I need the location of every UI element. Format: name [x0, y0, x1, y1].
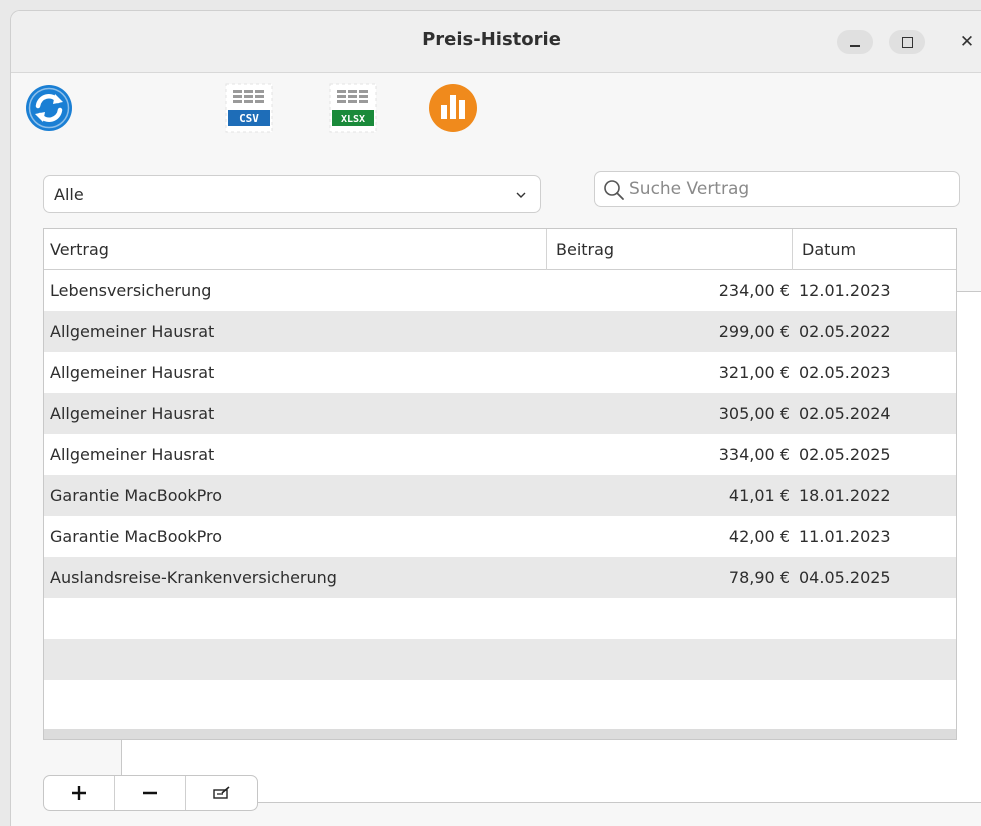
empty-table-row[interactable]	[44, 680, 956, 721]
cell-datum: 02.05.2022	[799, 322, 891, 341]
table-row[interactable]: Allgemeiner Hausrat 321,00 € 02.05.2023	[44, 352, 956, 393]
table-row[interactable]: Auslandsreise-Krankenversicherung 78,90 …	[44, 557, 956, 598]
csv-export-icon: CSV	[225, 83, 273, 133]
table-row[interactable]: Allgemeiner Hausrat 299,00 € 02.05.2022	[44, 311, 956, 352]
search-icon	[604, 180, 624, 200]
cell-vertrag: Garantie MacBookPro	[50, 527, 222, 546]
column-header-vertrag[interactable]: Vertrag	[44, 229, 547, 270]
table-body: Lebensversicherung 234,00 € 12.01.2023 A…	[44, 270, 956, 721]
cell-datum: 02.05.2023	[799, 363, 891, 382]
cell-beitrag: 234,00 €	[718, 281, 790, 300]
price-history-table: Vertrag Beitrag Datum Lebensversicherung…	[43, 228, 957, 740]
cell-beitrag: 334,00 €	[718, 445, 790, 464]
edit-icon	[212, 786, 230, 799]
cell-vertrag: Allgemeiner Hausrat	[50, 363, 215, 382]
column-header-beitrag[interactable]: Beitrag	[547, 229, 793, 270]
export-csv-button[interactable]: CSV	[221, 80, 277, 136]
cell-vertrag: Lebensversicherung	[50, 281, 212, 300]
cell-vertrag: Garantie MacBookPro	[50, 486, 222, 505]
minus-icon	[143, 791, 157, 795]
cell-beitrag: 321,00 €	[718, 363, 790, 382]
cell-beitrag: 42,00 €	[728, 527, 790, 546]
chevron-down-icon	[516, 192, 526, 198]
plus-icon	[72, 786, 86, 800]
xlsx-label: XLSX	[341, 114, 365, 125]
close-button[interactable]: ✕	[949, 30, 981, 54]
chart-button[interactable]	[425, 80, 481, 136]
cell-beitrag: 41,01 €	[728, 486, 790, 505]
row-actions-group	[43, 775, 258, 811]
add-button[interactable]	[44, 776, 115, 810]
toolbar: CSV XLSX	[11, 74, 981, 803]
cell-vertrag: Allgemeiner Hausrat	[50, 404, 215, 423]
table-row[interactable]: Lebensversicherung 234,00 € 12.01.2023	[44, 270, 956, 311]
empty-table-row[interactable]	[44, 598, 956, 639]
refresh-button[interactable]	[21, 80, 77, 136]
title-bar[interactable]: Preis-Historie ✕	[11, 11, 981, 73]
maximize-button[interactable]	[889, 30, 925, 54]
cell-datum: 12.01.2023	[799, 281, 891, 300]
bar-chart-icon	[429, 84, 477, 132]
csv-label: CSV	[239, 112, 259, 125]
cell-vertrag: Allgemeiner Hausrat	[50, 445, 215, 464]
cell-datum: 18.01.2022	[799, 486, 891, 505]
cell-beitrag: 299,00 €	[718, 322, 790, 341]
search-input[interactable]	[629, 176, 949, 202]
cell-vertrag: Allgemeiner Hausrat	[50, 322, 215, 341]
table-row[interactable]: Allgemeiner Hausrat 334,00 € 02.05.2025	[44, 434, 956, 475]
export-xlsx-button[interactable]: XLSX	[325, 80, 381, 136]
edit-button[interactable]	[186, 776, 257, 810]
refresh-icon	[26, 85, 72, 131]
filter-selected-value: Alle	[54, 185, 84, 204]
table-row[interactable]: Garantie MacBookPro 42,00 € 11.01.2023	[44, 516, 956, 557]
table-footer-strip	[44, 729, 956, 739]
table-row[interactable]: Garantie MacBookPro 41,01 € 18.01.2022	[44, 475, 956, 516]
cell-datum: 02.05.2024	[799, 404, 891, 423]
cell-datum: 11.01.2023	[799, 527, 891, 546]
cell-datum: 02.05.2025	[799, 445, 891, 464]
column-header-datum[interactable]: Datum	[793, 229, 956, 270]
close-icon: ✕	[959, 32, 975, 52]
filter-dropdown[interactable]: Alle	[43, 175, 541, 213]
table-header: Vertrag Beitrag Datum	[44, 229, 956, 270]
cell-datum: 04.05.2025	[799, 568, 891, 587]
minimize-button[interactable]	[837, 30, 873, 54]
search-box[interactable]	[594, 171, 960, 207]
cell-beitrag: 305,00 €	[718, 404, 790, 423]
table-row[interactable]: Allgemeiner Hausrat 305,00 € 02.05.2024	[44, 393, 956, 434]
empty-table-row[interactable]	[44, 639, 956, 680]
cell-beitrag: 78,90 €	[728, 568, 790, 587]
window-title: Preis-Historie	[422, 29, 561, 50]
app-window: Preis-Historie ✕ CSV XLSX Alle Suche Ver…	[10, 10, 981, 826]
xlsx-export-icon: XLSX	[329, 83, 377, 133]
cell-vertrag: Auslandsreise-Krankenversicherung	[50, 568, 337, 587]
remove-button[interactable]	[115, 776, 186, 810]
